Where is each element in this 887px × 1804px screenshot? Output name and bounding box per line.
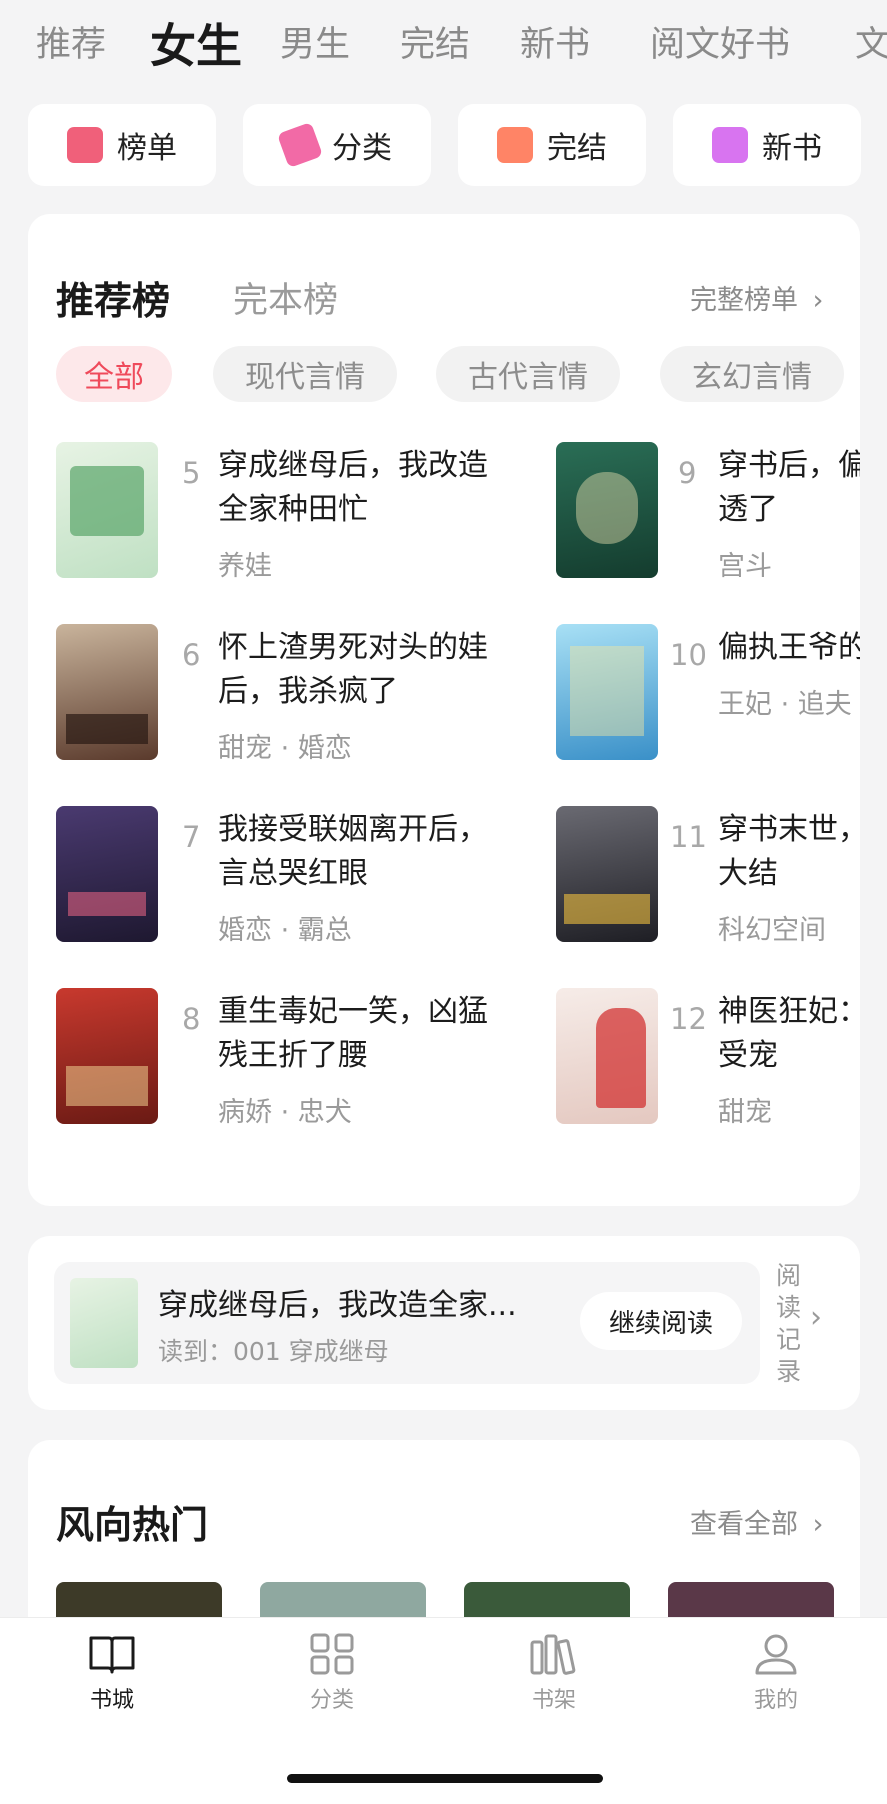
chip-ancient-romance[interactable]: 古代言情 <box>436 346 620 402</box>
tab-finished[interactable]: 完结 <box>400 16 470 67</box>
nav-profile[interactable]: 我的 <box>716 1632 836 1714</box>
book-title: 偏执王爷的 <box>718 630 860 665</box>
book-item[interactable]: 11 穿书末世，货苟到大结 科幻空间 <box>556 806 860 946</box>
grid-icon <box>310 1633 354 1675</box>
quick-finished-label: 完结 <box>547 131 607 166</box>
nav-profile-label: 我的 <box>753 1688 798 1713</box>
rank-number: 8 <box>182 1002 201 1036</box>
book-item[interactable]: 9 穿书后，偏偏又剧透了 宫斗 <box>556 442 860 582</box>
book-icon <box>497 127 533 163</box>
history-progress: 读到：001 穿成继母 <box>158 1337 389 1366</box>
home-indicator[interactable] <box>287 1774 603 1783</box>
chevron-right-icon: › <box>810 1300 822 1335</box>
reading-history-card: 穿成继母后，我改造全家... 读到：001 穿成继母 继续阅读 阅读记录 › <box>28 1236 860 1410</box>
nav-category[interactable]: 分类 <box>272 1632 392 1714</box>
book-title: 穿成继母后，我改造全家种田忙 <box>218 448 488 527</box>
book-cover <box>556 442 658 578</box>
nav-bookstore[interactable]: 书城 <box>52 1632 172 1714</box>
nav-bookshelf[interactable]: 书架 <box>494 1632 614 1714</box>
book-tags: 甜宠 <box>718 1097 772 1128</box>
book-tags: 婚恋 · 霸总 <box>218 915 352 946</box>
book-tags: 病娇 · 忠犬 <box>218 1097 352 1128</box>
book-cover <box>56 624 158 760</box>
hot-section-card: 风向热门 查看全部 › <box>28 1440 860 1640</box>
chip-fantasy-romance[interactable]: 玄幻言情 <box>660 346 844 402</box>
book-title: 我接受联姻离开后，言总哭红眼 <box>218 812 488 891</box>
view-all-link[interactable]: 查看全部 › <box>690 1502 823 1541</box>
book-item[interactable]: 7 我接受联姻离开后，言总哭红眼 婚恋 · 霸总 <box>56 806 488 946</box>
tab-new[interactable]: 新书 <box>520 16 590 67</box>
rank-number: 6 <box>182 638 201 672</box>
tab-female[interactable]: 女生 <box>150 10 242 76</box>
book-item[interactable]: 6 怀上渣男死对头的娃后，我杀疯了 甜宠 · 婚恋 <box>56 624 488 764</box>
quick-new-button[interactable]: 新书 <box>673 104 861 186</box>
rank-number: 11 <box>670 820 707 854</box>
chip-all[interactable]: 全部 <box>56 346 172 402</box>
tab-partial-left[interactable]: ‹ <box>0 16 2 56</box>
nav-category-label: 分类 <box>309 1688 354 1713</box>
rank-number: 12 <box>670 1002 707 1036</box>
chip-modern-romance[interactable]: 现代言情 <box>213 346 397 402</box>
tab-recommend[interactable]: 推荐 <box>36 16 106 67</box>
book-title: 神医狂妃：爷乖乖受宠 <box>718 994 860 1073</box>
ranking-icon <box>67 127 103 163</box>
book-title: 怀上渣男死对头的娃后，我杀疯了 <box>218 630 488 709</box>
book-cover <box>556 988 658 1124</box>
chevron-right-icon: › <box>812 285 824 316</box>
top-tabs: ‹ 推荐 女生 男生 完结 新书 阅文好书 文 <box>0 0 887 82</box>
book-tags: 甜宠 · 婚恋 <box>218 733 352 764</box>
book-item[interactable]: 12 神医狂妃：爷乖乖受宠 甜宠 <box>556 988 860 1128</box>
book-cover <box>56 442 158 578</box>
tab-male[interactable]: 男生 <box>280 16 350 67</box>
rank-number: 10 <box>670 638 707 672</box>
book-tags: 养娃 <box>218 551 272 582</box>
quick-new-label: 新书 <box>762 131 822 166</box>
reading-history-label: 阅读记录 <box>776 1261 802 1386</box>
book-cover <box>56 988 158 1124</box>
history-book-cover <box>70 1278 138 1368</box>
book-item[interactable]: 8 重生毒妃一笑，凶猛残王折了腰 病娇 · 忠犬 <box>56 988 488 1128</box>
book-cover <box>556 624 658 760</box>
chevron-right-icon: › <box>812 1509 824 1540</box>
book-item[interactable]: 5 穿成继母后，我改造全家种田忙 养娃 <box>56 442 488 582</box>
quick-category-button[interactable]: 分类 <box>243 104 431 186</box>
quick-links: 榜单 分类 完结 新书 <box>28 104 861 186</box>
quick-category-label: 分类 <box>332 131 392 166</box>
book-cover <box>556 806 658 942</box>
ranking-card: 推荐榜 完本榜 完整榜单 › 全部 现代言情 古代言情 玄幻言情 5 穿成继母后… <box>28 214 860 1206</box>
nav-bookstore-label: 书城 <box>89 1688 134 1713</box>
tab-yuewen[interactable]: 阅文好书 <box>650 16 790 67</box>
tab-recommend-ranking[interactable]: 推荐榜 <box>56 270 170 325</box>
book-title: 穿书后，偏偏又剧透了 <box>718 448 860 527</box>
history-book-title: 穿成继母后，我改造全家... <box>158 1288 517 1323</box>
book-tags: 王妃 · 追夫 <box>718 689 852 720</box>
quick-ranking-button[interactable]: 榜单 <box>28 104 216 186</box>
rank-number: 5 <box>182 456 201 490</box>
new-book-icon <box>712 127 748 163</box>
continue-reading-button[interactable]: 继续阅读 <box>580 1292 742 1350</box>
quick-finished-button[interactable]: 完结 <box>458 104 646 186</box>
full-ranking-label: 完整榜单 <box>690 285 798 316</box>
quick-ranking-label: 榜单 <box>117 131 177 166</box>
book-title: 穿书末世，货苟到大结 <box>718 812 860 891</box>
tab-finished-ranking[interactable]: 完本榜 <box>233 272 338 323</box>
hot-section-title: 风向热门 <box>56 1503 209 1547</box>
rank-number: 9 <box>678 456 697 490</box>
tab-more-partial[interactable]: 文 <box>855 16 887 67</box>
user-icon <box>755 1634 797 1675</box>
rank-number: 7 <box>182 820 201 854</box>
view-all-label: 查看全部 <box>690 1509 798 1540</box>
book-cover <box>56 806 158 942</box>
book-tags: 宫斗 <box>718 551 772 582</box>
book-item[interactable]: 10 偏执王爷的 王妃 · 追夫 <box>556 624 860 764</box>
full-ranking-link[interactable]: 完整榜单 › <box>690 278 823 317</box>
tag-icon <box>276 121 324 169</box>
book-tags: 科幻空间 <box>718 915 826 946</box>
bookshelf-icon <box>530 1634 576 1675</box>
continue-reading-row[interactable]: 穿成继母后，我改造全家... 读到：001 穿成继母 继续阅读 <box>54 1262 760 1384</box>
book-title: 重生毒妃一笑，凶猛残王折了腰 <box>218 994 488 1073</box>
open-book-icon <box>89 1636 135 1674</box>
nav-bookshelf-label: 书架 <box>531 1688 576 1713</box>
